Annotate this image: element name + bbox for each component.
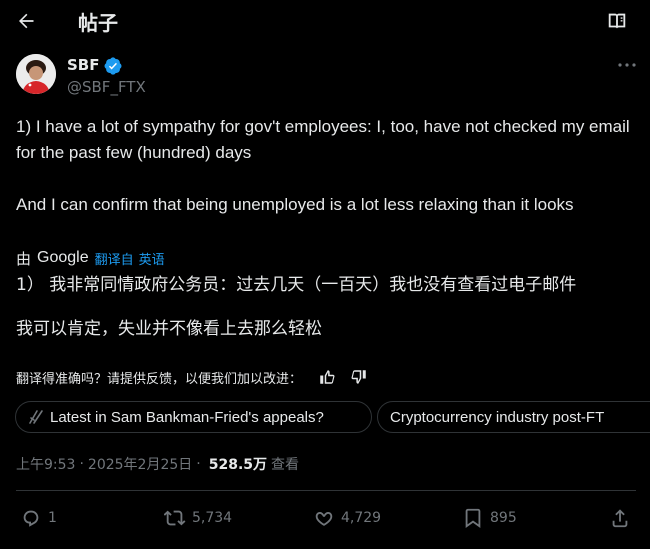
feedback-prompt: 翻译得准确吗？请提供反馈，以便我们加以改进： <box>16 371 303 387</box>
reply-icon <box>23 510 39 527</box>
translation-attribution: 由 Google 翻译自 英语 <box>16 248 165 268</box>
like-count: 4,729 <box>341 510 382 526</box>
tweet-text-paragraph: And I can confirm that being unemployed … <box>16 195 574 214</box>
translated-text-paragraph: 我可以肯定，失业并不像看上去那么轻松 <box>16 319 322 339</box>
bookmark-icon <box>465 508 481 528</box>
grok-icon <box>28 409 44 425</box>
avatar[interactable] <box>16 54 56 94</box>
share-button[interactable] <box>609 506 631 530</box>
thumbs-down-icon[interactable] <box>350 368 368 386</box>
chip-label: Cryptocurrency industry post-FT <box>390 408 605 426</box>
more-options-icon[interactable] <box>616 56 638 74</box>
translated-text-paragraph: 1） 我非常同情政府公务员：过去几天（一百天）我也没有查看过电子邮件 <box>16 275 577 295</box>
repost-button[interactable]: 5,734 <box>164 506 232 530</box>
reply-count: 1 <box>48 510 57 526</box>
reply-button[interactable]: 1 <box>20 506 57 530</box>
verified-badge-icon[interactable] <box>104 57 122 75</box>
tweet-metadata: 上午9:53 · 2025年2月25日 · 528.5万 查看 <box>16 454 299 474</box>
views-count: 528.5万 <box>208 457 268 473</box>
bookmark-button[interactable]: 895 <box>462 506 517 530</box>
translated-from-link[interactable]: 翻译自 英语 <box>95 249 165 268</box>
book-open-icon[interactable] <box>606 10 628 32</box>
grok-suggestion-chip[interactable]: Latest in Sam Bankman-Fried's appeals? <box>15 401 372 433</box>
divider <box>16 490 636 491</box>
thumbs-up-icon[interactable] <box>318 368 336 386</box>
grok-suggestion-chip[interactable]: Cryptocurrency industry post-FT <box>377 401 650 433</box>
repost-count: 5,734 <box>192 510 233 526</box>
chip-label: Latest in Sam Bankman-Fried's appeals? <box>50 408 324 426</box>
author-name[interactable]: SBF <box>67 56 99 74</box>
tweet-text-paragraph: 1) I have a lot of sympathy for gov't em… <box>16 117 630 162</box>
heart-icon <box>315 512 333 526</box>
bookmark-count: 895 <box>490 510 517 526</box>
translated-by-label: 由 <box>16 249 32 268</box>
google-logo: Google <box>37 249 89 266</box>
post-time[interactable]: 上午9:53 <box>16 454 75 474</box>
like-button[interactable]: 4,729 <box>313 506 381 530</box>
share-icon <box>612 509 628 528</box>
translated-from-label: 翻译自 <box>94 252 134 268</box>
page-title: 帖子 <box>78 11 118 35</box>
translation-feedback: 翻译得准确吗？请提供反馈，以便我们加以改进： <box>16 366 368 388</box>
source-language: 英语 <box>138 252 165 268</box>
meta-separator: · <box>79 456 84 472</box>
views-label: 查看 <box>271 457 300 473</box>
post-date[interactable]: 2025年2月25日 <box>88 454 192 474</box>
arrow-left-icon[interactable] <box>14 9 38 33</box>
meta-separator: · <box>196 456 201 472</box>
repost-icon <box>164 510 186 526</box>
top-bar: 帖子 <box>0 0 650 42</box>
author-handle[interactable]: @SBF_FTX <box>67 78 146 96</box>
